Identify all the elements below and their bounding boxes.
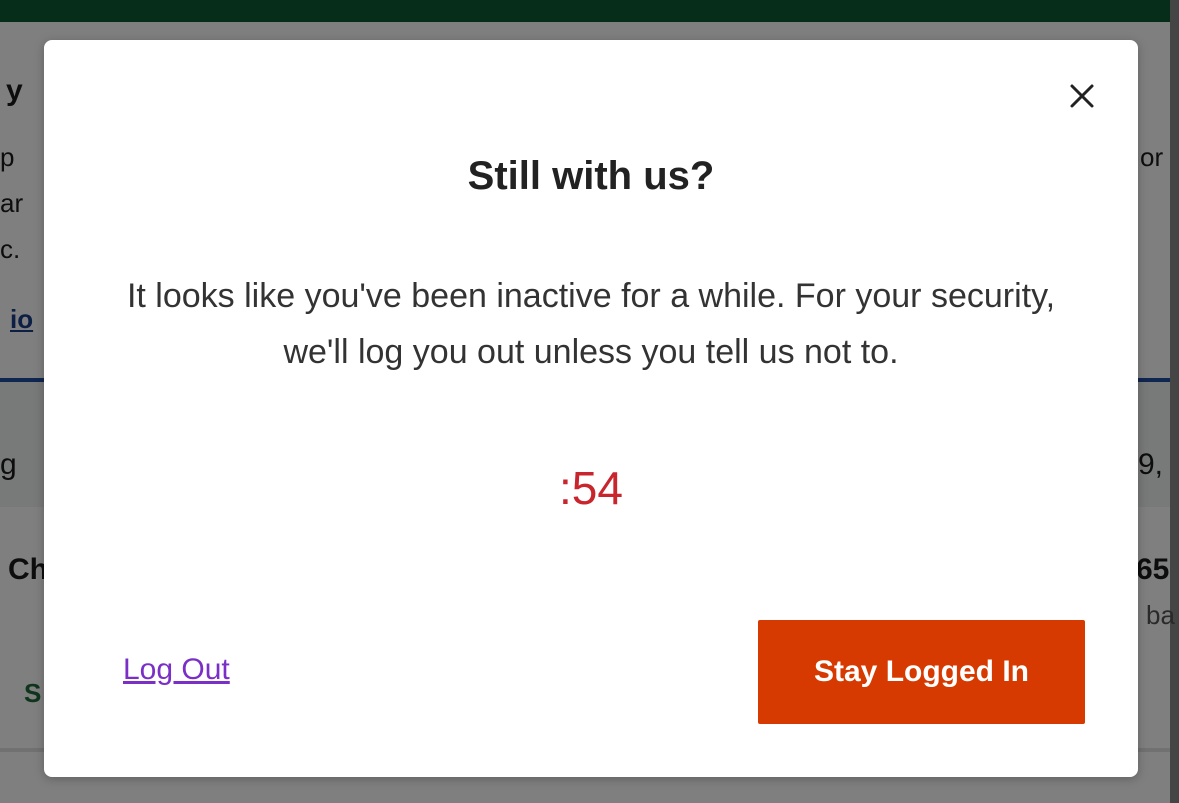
log-out-link[interactable]: Log Out — [123, 650, 230, 690]
session-timeout-dialog: Still with us? It looks like you've been… — [44, 40, 1138, 777]
dialog-message: It looks like you've been inactive for a… — [126, 277, 1056, 371]
stay-logged-in-button[interactable]: Stay Logged In — [758, 620, 1085, 724]
countdown-timer: :54 — [559, 462, 623, 514]
close-icon[interactable] — [1064, 78, 1100, 114]
close-button[interactable] — [1064, 78, 1100, 114]
dialog-title: Still with us? — [467, 154, 715, 198]
